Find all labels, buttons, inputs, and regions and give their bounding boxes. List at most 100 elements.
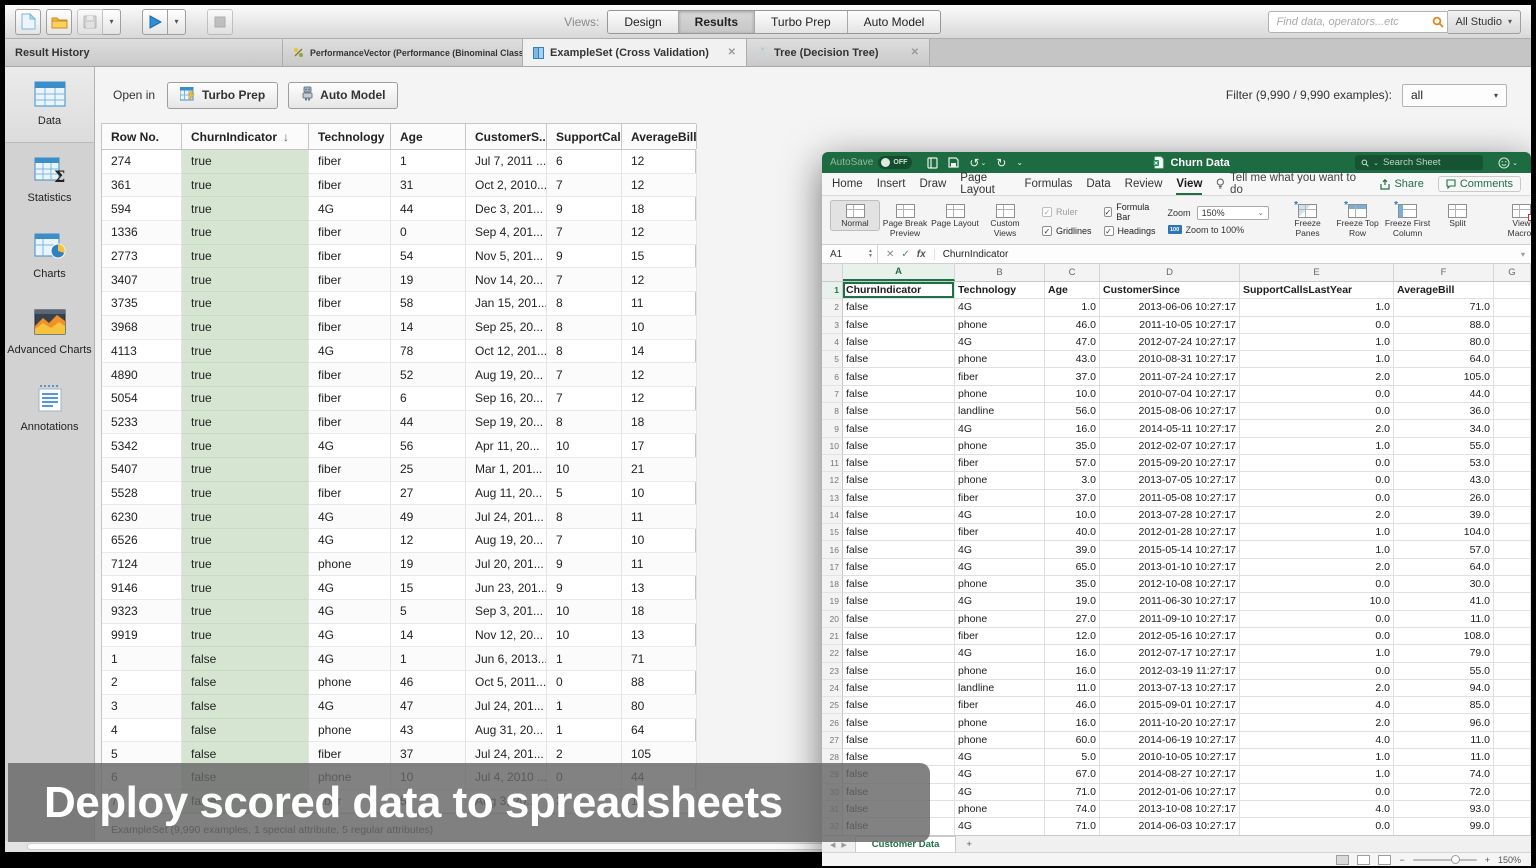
spreadsheet-cell[interactable]: 0.0 [1240, 576, 1394, 593]
spreadsheet-cell[interactable]: 26.0 [1394, 490, 1494, 507]
column-header-row-no[interactable]: Row No. [102, 124, 182, 149]
spreadsheet-cell[interactable]: 71.0 [1045, 818, 1100, 835]
spreadsheet-cell[interactable]: false [843, 576, 955, 593]
toolbar-options-icon[interactable]: ⌄ [1016, 158, 1023, 167]
row-number[interactable]: 15 [822, 524, 843, 541]
spreadsheet-cell[interactable]: 2010-08-31 10:27:17 [1100, 351, 1240, 368]
spreadsheet-cell[interactable]: 27.0 [1045, 611, 1100, 628]
spreadsheet-cell[interactable]: false [843, 351, 955, 368]
column-header-churnindicator[interactable]: ChurnIndicator↓ [182, 124, 309, 149]
spreadsheet-cell[interactable]: 46.0 [1045, 317, 1100, 334]
feedback-smiley-button[interactable]: ⌄ [1498, 157, 1518, 169]
checkbox-gridlines[interactable]: ✓Gridlines [1042, 224, 1092, 238]
spreadsheet-cell[interactable]: 12.0 [1045, 628, 1100, 645]
spreadsheet-cell[interactable]: 10.0 [1240, 593, 1394, 610]
spreadsheet-cell[interactable]: 108.0 [1394, 628, 1494, 645]
spreadsheet-cell[interactable]: 44.0 [1394, 386, 1494, 403]
spreadsheet-cell[interactable]: 0.0 [1240, 663, 1394, 680]
spreadsheet-cell[interactable] [1494, 593, 1531, 610]
spreadsheet-cell[interactable]: 2015-09-20 10:27:17 [1100, 455, 1240, 472]
spreadsheet-cell[interactable]: 2012-01-28 10:27:17 [1100, 524, 1240, 541]
spreadsheet-cell[interactable] [1494, 628, 1531, 645]
spreadsheet-cell[interactable] [1494, 818, 1531, 835]
tab-performancevector[interactable]: PerformanceVector (Performance (Binomina… [283, 39, 523, 66]
ribbon-tab-insert[interactable]: Insert [877, 173, 906, 195]
save-process-button[interactable] [77, 9, 103, 35]
spreadsheet-cell[interactable]: false [843, 472, 955, 489]
page-break-view-icon[interactable] [1378, 855, 1391, 865]
row-number[interactable]: 17 [822, 559, 843, 576]
spreadsheet-cell[interactable]: 0.0 [1240, 386, 1394, 403]
row-number[interactable]: 20 [822, 611, 843, 628]
spreadsheet-cell[interactable]: 2011-09-10 10:27:17 [1100, 611, 1240, 628]
spreadsheet-cell[interactable]: 1.0 [1240, 524, 1394, 541]
spreadsheet-cell[interactable]: 4G [955, 541, 1045, 558]
table-row[interactable]: 5233truefiber44Sep 19, 20...818 [102, 411, 695, 435]
insert-function-icon[interactable]: fx [917, 249, 926, 260]
cell-reference-box[interactable]: A1 ▲▼ [822, 245, 878, 263]
spreadsheet-cell[interactable]: 2011-07-24 10:27:17 [1100, 368, 1240, 385]
zoom-in-icon[interactable]: + [1485, 855, 1490, 865]
spreadsheet-cell[interactable]: 2012-10-08 10:27:17 [1100, 576, 1240, 593]
spreadsheet-cell[interactable]: phone [955, 576, 1045, 593]
spreadsheet-cell[interactable]: 11.0 [1045, 680, 1100, 697]
ribbon-tab-page-layout[interactable]: Page Layout [960, 173, 1010, 195]
spreadsheet-cell[interactable]: phone [955, 472, 1045, 489]
spreadsheet-cell[interactable]: 2012-07-24 10:27:17 [1100, 334, 1240, 351]
autosave-toggle[interactable]: OFF [878, 156, 912, 169]
spreadsheet-cell[interactable] [1494, 351, 1531, 368]
spreadsheet-cell[interactable] [1494, 541, 1531, 558]
spreadsheet-cell[interactable]: 55.0 [1394, 663, 1494, 680]
spreadsheet-cell[interactable]: 1.0 [1240, 438, 1394, 455]
spreadsheet-cell[interactable]: 80.0 [1394, 334, 1494, 351]
spreadsheet-cell[interactable] [1494, 801, 1531, 818]
view-button-results[interactable]: Results [679, 11, 755, 33]
spreadsheet-cell[interactable]: 74.0 [1394, 766, 1494, 783]
table-row[interactable]: 3407truefiber19Nov 14, 20...712 [102, 268, 695, 292]
spreadsheet-cell[interactable]: 16.0 [1045, 714, 1100, 731]
page-layout-view-icon[interactable] [1357, 855, 1370, 865]
sidebar-item-charts[interactable]: Charts [5, 219, 94, 295]
spreadsheet-cell[interactable]: landline [955, 680, 1045, 697]
spreadsheet-cell[interactable]: 104.0 [1394, 524, 1494, 541]
spreadsheet-cell[interactable]: 1.0 [1240, 351, 1394, 368]
spreadsheet-cell[interactable]: 53.0 [1394, 455, 1494, 472]
spreadsheet-cell[interactable]: 4G [955, 299, 1045, 316]
spreadsheet-cell[interactable]: landline [955, 403, 1045, 420]
spreadsheet-cell[interactable]: 4G [955, 749, 1045, 766]
spreadsheet-cell[interactable]: 43.0 [1045, 351, 1100, 368]
spreadsheet-cell[interactable]: phone [955, 317, 1045, 334]
table-row[interactable]: 274truefiber1Jul 7, 2011 ...612 [102, 150, 695, 174]
spreadsheet-cell[interactable]: 2014-06-03 10:27:17 [1100, 818, 1240, 835]
spreadsheet-cell[interactable]: false [843, 680, 955, 697]
spreadsheet-cell[interactable]: CustomerSince [1100, 282, 1240, 299]
spreadsheet-cell[interactable]: 57.0 [1045, 455, 1100, 472]
spreadsheet-cell[interactable]: 0.0 [1240, 403, 1394, 420]
spreadsheet-cell[interactable]: false [843, 438, 955, 455]
spreadsheet-cell[interactable]: phone [955, 611, 1045, 628]
spreadsheet-cell[interactable]: 2011-10-05 10:27:17 [1100, 317, 1240, 334]
spreadsheet-cell[interactable]: 5.0 [1045, 749, 1100, 766]
spreadsheet-cell[interactable] [1494, 680, 1531, 697]
zoom-value-dropdown[interactable]: 150% ⌄ [1197, 206, 1269, 220]
view-macros-button[interactable]: View Macros [1497, 200, 1531, 241]
spreadsheet-cell[interactable]: false [843, 334, 955, 351]
spreadsheet-cell[interactable]: 60.0 [1045, 732, 1100, 749]
row-number[interactable]: 5 [822, 351, 843, 368]
spreadsheet-cell[interactable]: 10.0 [1045, 507, 1100, 524]
spreadsheet-cell[interactable]: 57.0 [1394, 541, 1494, 558]
spreadsheet-cell[interactable]: 47.0 [1045, 334, 1100, 351]
table-row[interactable]: 3735truefiber58Jan 15, 201...811 [102, 292, 695, 316]
spreadsheet-cell[interactable]: 64.0 [1394, 559, 1494, 576]
spreadsheet-cell[interactable]: 2013-07-13 10:27:17 [1100, 680, 1240, 697]
spreadsheet-cell[interactable]: fiber [955, 490, 1045, 507]
run-process-button[interactable] [142, 9, 168, 35]
stop-process-button[interactable] [207, 9, 233, 35]
spreadsheet-cell[interactable]: 35.0 [1045, 438, 1100, 455]
spreadsheet-cell[interactable] [1494, 490, 1531, 507]
tab-exampleset[interactable]: ExampleSet (Cross Validation)✕ [523, 39, 747, 66]
table-row[interactable]: 1336truefiber0Sep 4, 201...712 [102, 221, 695, 245]
spreadsheet-cell[interactable] [1494, 368, 1531, 385]
spreadsheet-cell[interactable]: 4G [955, 334, 1045, 351]
spreadsheet-cell[interactable]: 46.0 [1045, 697, 1100, 714]
